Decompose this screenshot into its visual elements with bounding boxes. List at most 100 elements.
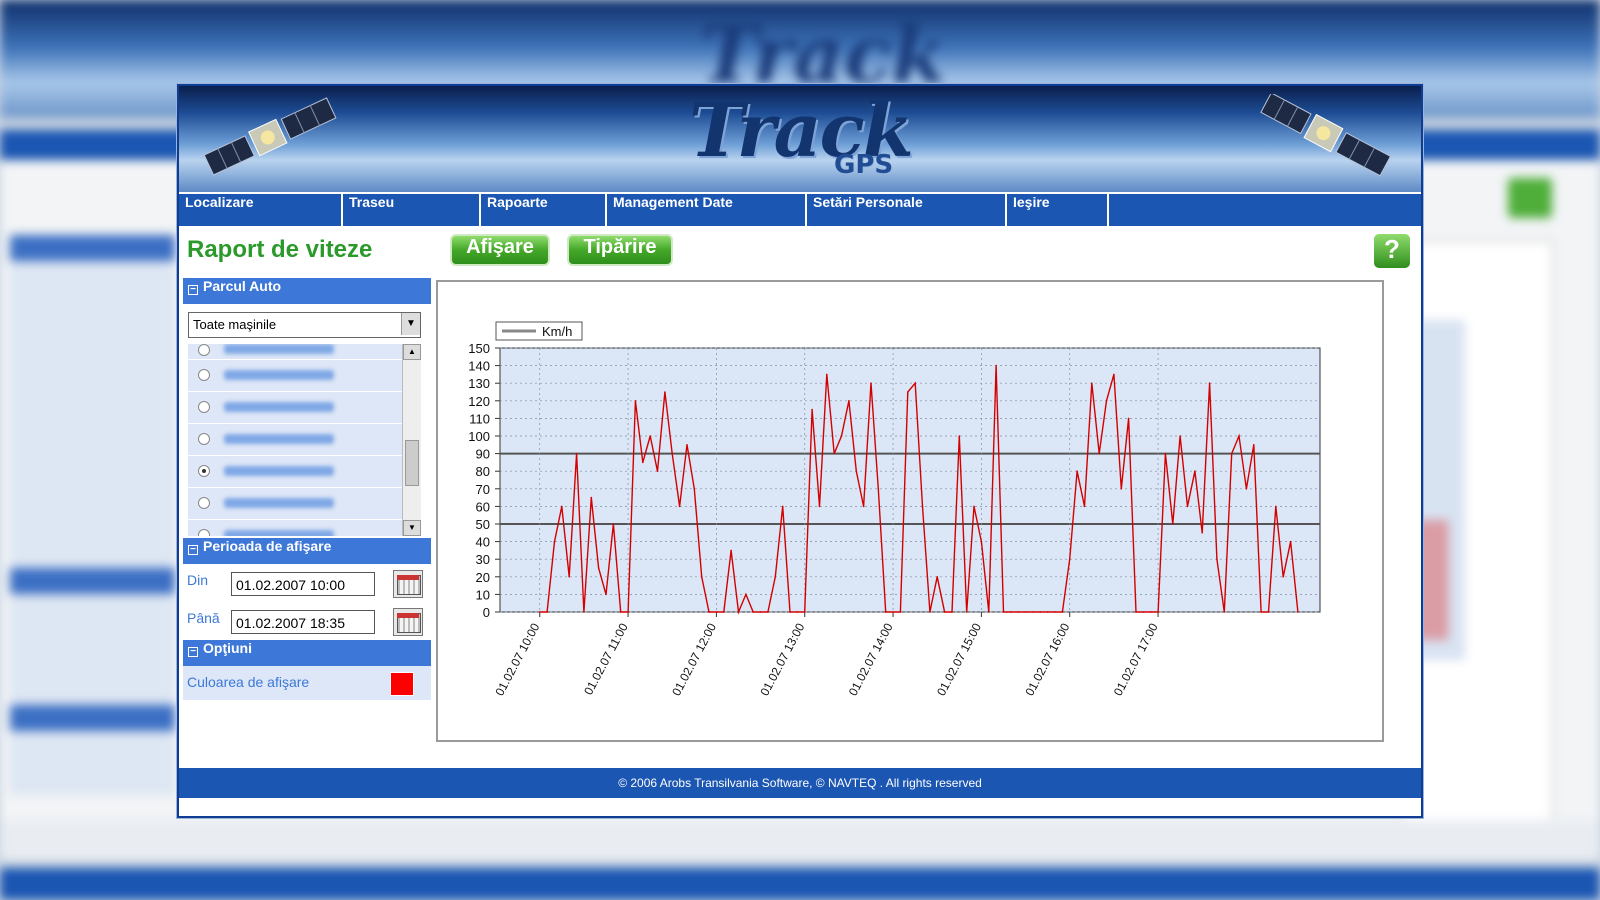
scroll-down-icon[interactable]: ▼	[403, 520, 421, 536]
data-point	[892, 611, 894, 613]
x-tick-label: 01.02.07 16:00	[1022, 621, 1072, 699]
data-point	[848, 400, 850, 402]
data-point	[546, 611, 548, 613]
nav-item-management-date[interactable]: Management Date	[607, 194, 807, 226]
vehicle-radio[interactable]	[198, 433, 210, 445]
fleet-header-label: Parcul Auto	[203, 278, 282, 294]
vehicle-radio[interactable]	[198, 344, 210, 356]
background-sidebar-header	[10, 568, 175, 594]
nav-item-iesire[interactable]: Ieşire	[1007, 194, 1109, 226]
nav-item-rapoarte[interactable]: Rapoarte	[481, 194, 607, 226]
nav-item-localizare[interactable]: Localizare	[179, 194, 343, 226]
data-point	[1194, 470, 1196, 472]
x-tick-label: 01.02.07 17:00	[1111, 621, 1161, 699]
y-tick-label: 90	[476, 447, 490, 462]
x-tick-label: 01.02.07 11:00	[581, 621, 631, 698]
calendar-icon[interactable]	[393, 608, 423, 636]
vehicle-label	[224, 402, 334, 412]
background-help-icon	[1508, 178, 1552, 218]
data-point	[1179, 435, 1181, 437]
nav-item-traseu[interactable]: Traseu	[343, 194, 481, 226]
data-point	[818, 505, 821, 508]
options-section-header[interactable]: − Opţiuni	[183, 640, 431, 666]
data-point	[1164, 452, 1167, 455]
color-option-row: Culoarea de afişare	[183, 666, 431, 700]
list-item[interactable]	[188, 360, 421, 392]
period-section-header[interactable]: − Perioada de afişare	[183, 538, 431, 564]
data-point	[884, 611, 887, 613]
satellite-icon	[1260, 94, 1392, 177]
vehicle-radio[interactable]	[198, 401, 210, 413]
vehicle-radio[interactable]	[198, 529, 210, 536]
data-point	[899, 611, 902, 613]
data-point	[1091, 382, 1093, 384]
scrollbar-thumb[interactable]	[405, 440, 419, 486]
from-date-input[interactable]: 01.02.2007 10:00	[231, 572, 375, 596]
data-point	[811, 408, 813, 411]
y-tick-label: 110	[469, 411, 490, 426]
y-tick-label: 70	[476, 482, 490, 497]
data-point	[1245, 488, 1248, 490]
period-fields: Din 01.02.2007 10:00 Până 01.02.2007 18:…	[183, 564, 431, 640]
print-button[interactable]: Tipărire	[567, 234, 673, 266]
data-point	[1068, 558, 1071, 560]
data-point	[973, 505, 975, 508]
y-tick-label: 20	[476, 570, 490, 585]
vehicle-radio[interactable]	[198, 369, 210, 381]
data-point	[1046, 611, 1049, 613]
data-point	[1017, 611, 1020, 613]
data-point	[715, 611, 718, 613]
from-label: Din	[187, 572, 209, 588]
legend-label: Km/h	[542, 324, 572, 339]
vehicle-radio[interactable]	[198, 497, 210, 509]
vehicle-label	[224, 466, 334, 476]
data-point	[840, 435, 843, 437]
fleet-section-header[interactable]: − Parcul Auto	[183, 278, 431, 304]
list-item[interactable]	[188, 424, 421, 456]
data-point	[590, 496, 593, 499]
data-point	[722, 611, 725, 613]
data-point	[877, 488, 880, 490]
data-point	[1113, 373, 1115, 376]
nav-item-setari-personale[interactable]: Setări Personale	[807, 194, 1007, 226]
data-point	[781, 505, 784, 508]
data-point	[1252, 444, 1255, 446]
calendar-icon[interactable]	[393, 570, 423, 598]
data-point	[752, 611, 755, 613]
data-point	[605, 593, 607, 596]
data-point	[987, 611, 990, 613]
scroll-up-icon[interactable]: ▲	[403, 344, 421, 360]
vehicle-select[interactable]: Toate maşinile ▼	[188, 312, 421, 338]
data-point	[1238, 435, 1240, 437]
x-tick-label: 01.02.07 14:00	[846, 621, 896, 699]
list-item[interactable]	[188, 520, 421, 536]
data-point	[958, 435, 961, 437]
data-point	[862, 505, 865, 508]
list-item[interactable]	[188, 456, 421, 488]
to-date-input[interactable]: 01.02.2007 18:35	[231, 610, 375, 634]
data-point	[951, 611, 953, 613]
list-item[interactable]	[188, 392, 421, 424]
data-point	[693, 488, 696, 490]
vehicle-label	[224, 434, 334, 444]
vehicle-label	[224, 344, 334, 354]
data-point	[914, 382, 916, 384]
show-button[interactable]: Afişare	[450, 234, 550, 266]
data-point	[803, 611, 806, 613]
data-point	[1297, 611, 1299, 613]
footer: © 2006 Arobs Transilvania Software, © NA…	[179, 768, 1421, 798]
collapse-icon[interactable]: −	[188, 285, 198, 295]
period-header-label: Perioada de afişare	[203, 538, 332, 554]
chevron-down-icon[interactable]: ▼	[401, 313, 420, 335]
collapse-icon[interactable]: −	[188, 545, 198, 555]
data-point	[642, 461, 644, 464]
help-icon[interactable]: ?	[1374, 234, 1410, 268]
color-swatch[interactable]	[390, 672, 414, 696]
list-item[interactable]	[188, 488, 421, 520]
vehicle-radio-selected[interactable]	[198, 465, 210, 477]
list-item[interactable]	[188, 344, 421, 360]
app-window: Track GPS Localizare Traseu Rapoarte Man…	[177, 84, 1423, 818]
vehicle-list-scrollbar[interactable]: ▲ ▼	[402, 344, 421, 536]
data-point	[700, 576, 703, 578]
collapse-icon[interactable]: −	[188, 647, 198, 657]
